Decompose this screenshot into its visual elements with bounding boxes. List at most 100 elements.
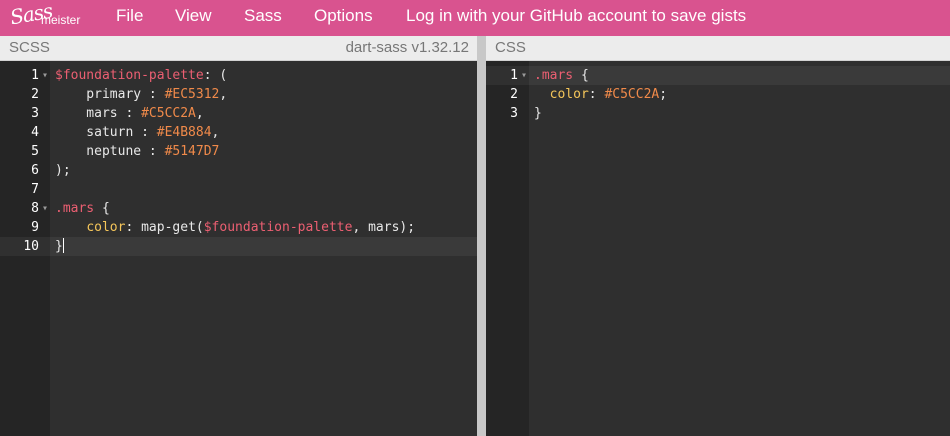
scss-panel-title: SCSS — [9, 39, 50, 56]
line-number-cell: 2 — [486, 85, 529, 104]
line-number: 10 — [23, 239, 39, 254]
scss-code-editor[interactable]: 1 ▾ $foundation-palette: (2 primary : #EC5… — [0, 61, 477, 436]
fold-toggle-icon[interactable]: ▾ — [521, 66, 527, 85]
code-line[interactable]: 3} — [486, 104, 950, 123]
compiler-version-selector[interactable]: dart-sass v1.32.12 — [346, 39, 469, 56]
top-nav-bar: Sass meister File View Sass Options Log … — [0, 0, 950, 36]
code-token: ; — [659, 87, 668, 102]
code-token: : — [588, 87, 605, 102]
code-token: : map-get( — [125, 220, 204, 235]
sassmeister-logo[interactable]: Sass meister — [8, 0, 88, 33]
line-number-cell: 3 — [486, 104, 529, 123]
code-token: #5147D7 — [164, 144, 220, 159]
line-number: 4 — [31, 125, 39, 140]
code-text: neptune : #5147D7 — [55, 142, 219, 161]
code-text: } — [534, 104, 542, 123]
code-token: #EC5312 — [164, 87, 220, 102]
code-token: , — [219, 87, 228, 102]
code-token: } — [55, 239, 63, 254]
code-text: } — [55, 237, 64, 256]
code-token: #C5CC2A — [604, 87, 660, 102]
code-token: saturn : — [55, 125, 157, 140]
line-number: 7 — [31, 182, 39, 197]
code-line[interactable]: 3 mars : #C5CC2A, — [0, 104, 477, 123]
code-text: primary : #EC5312, — [55, 85, 227, 104]
code-line[interactable]: 2 primary : #EC5312, — [0, 85, 477, 104]
code-line[interactable]: 10} — [0, 237, 477, 256]
code-line[interactable]: 1 ▾ $foundation-palette: ( — [0, 66, 477, 85]
panel-resize-handle[interactable] — [477, 36, 486, 436]
line-number-cell: 2 — [0, 85, 50, 104]
code-token: .mars — [55, 201, 95, 216]
line-number-cell: 6 — [0, 161, 50, 180]
code-token: , — [211, 125, 220, 140]
line-number: 2 — [31, 87, 39, 102]
code-token: { — [573, 68, 589, 83]
line-number-cell: 1 ▾ — [0, 66, 50, 85]
menu-file[interactable]: File — [116, 6, 143, 26]
code-token: : ( — [203, 68, 228, 83]
line-number-cell: 8 ▾ — [0, 199, 50, 218]
code-line[interactable]: 9 color: map-get($foundation-palette, ma… — [0, 218, 477, 237]
code-text: .mars { — [55, 199, 110, 218]
code-token: color — [549, 87, 589, 102]
code-text: $foundation-palette: ( — [55, 66, 227, 85]
code-text: color: #C5CC2A; — [534, 85, 667, 104]
code-token: mars : — [55, 106, 142, 121]
line-number-cell: 9 — [0, 218, 50, 237]
code-line[interactable]: 4 saturn : #E4B884, — [0, 123, 477, 142]
code-token: neptune : — [55, 144, 165, 159]
code-line[interactable]: 6); — [0, 161, 477, 180]
code-token: color — [86, 220, 126, 235]
line-number-cell: 3 — [0, 104, 50, 123]
code-text: .mars { — [534, 66, 589, 85]
line-number: 1 — [31, 68, 39, 83]
code-token: , mars); — [352, 220, 416, 235]
line-number: 8 — [31, 201, 39, 216]
code-line[interactable]: 1 ▾ .mars { — [486, 66, 950, 85]
github-login-link[interactable]: Log in with your GitHub account to save … — [406, 6, 746, 26]
code-line[interactable]: 5 neptune : #5147D7 — [0, 142, 477, 161]
code-token: ); — [55, 163, 71, 178]
line-number: 1 — [510, 68, 518, 83]
code-token: } — [534, 106, 542, 121]
scss-panel: SCSS dart-sass v1.32.12 1 ▾ $foundation-pa… — [0, 36, 477, 436]
code-token: $foundation-palette — [203, 220, 353, 235]
code-token: #E4B884 — [156, 125, 212, 140]
code-token: #C5CC2A — [141, 106, 196, 121]
logo-word: meister — [41, 13, 81, 27]
css-panel-title: CSS — [495, 39, 526, 56]
code-line[interactable]: 8 ▾ .mars { — [0, 199, 477, 218]
fold-toggle-icon[interactable]: ▾ — [42, 199, 48, 218]
line-number-cell: 5 — [0, 142, 50, 161]
code-token: , — [195, 106, 204, 121]
code-text: saturn : #E4B884, — [55, 123, 219, 142]
css-code-output[interactable]: 1 ▾ .mars {2 color: #C5CC2A; 3} — [486, 61, 950, 436]
line-number: 9 — [31, 220, 39, 235]
fold-toggle-icon[interactable]: ▾ — [42, 66, 48, 85]
code-line[interactable]: 2 color: #C5CC2A; — [486, 85, 950, 104]
code-text: color: map-get($foundation-palette, mars… — [55, 218, 415, 237]
text-cursor — [62, 238, 64, 253]
code-text: ); — [55, 161, 71, 180]
menu-options[interactable]: Options — [314, 6, 373, 26]
code-token: { — [94, 201, 110, 216]
code-text: mars : #C5CC2A, — [55, 104, 204, 123]
menu-sass[interactable]: Sass — [244, 6, 282, 26]
line-number: 5 — [31, 144, 39, 159]
line-number-cell: 4 — [0, 123, 50, 142]
line-number: 3 — [510, 106, 518, 121]
css-panel: CSS 1 ▾ .mars {2 color: #C5CC2A; 3} — [486, 36, 950, 436]
code-line[interactable]: 7 — [0, 180, 477, 199]
css-panel-header: CSS — [486, 36, 950, 61]
code-token: $foundation-palette — [55, 68, 204, 83]
code-token: .mars — [534, 68, 574, 83]
line-number: 6 — [31, 163, 39, 178]
line-number-cell: 7 — [0, 180, 50, 199]
line-number: 2 — [510, 87, 518, 102]
scss-panel-header: SCSS dart-sass v1.32.12 — [0, 36, 477, 61]
line-number: 3 — [31, 106, 39, 121]
menu-view[interactable]: View — [175, 6, 212, 26]
